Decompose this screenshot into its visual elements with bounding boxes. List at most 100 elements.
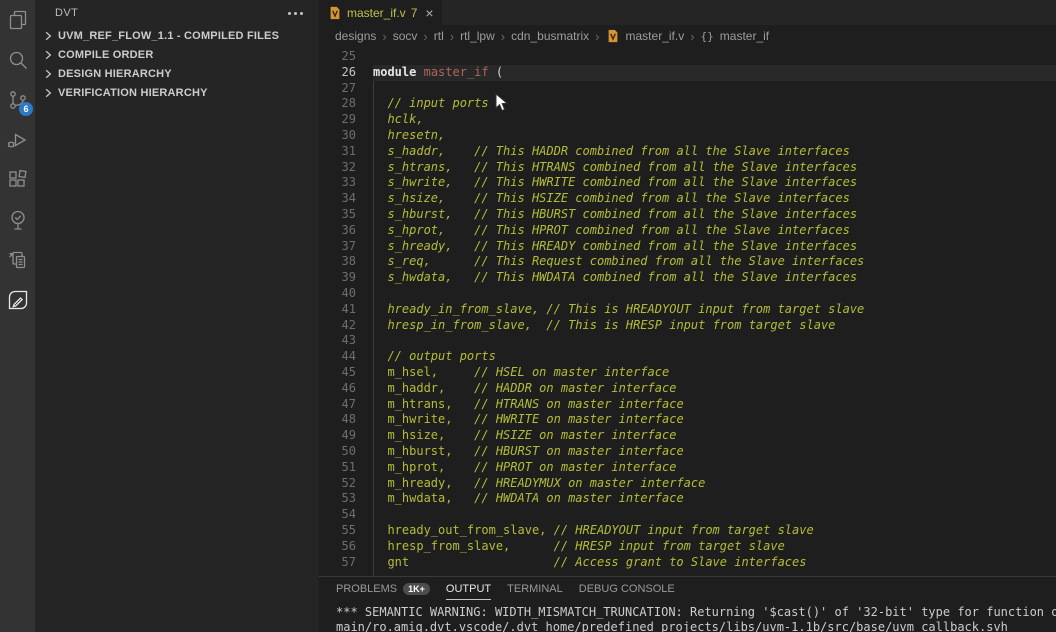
extensions-icon <box>6 168 30 192</box>
panel-tab-terminal[interactable]: TERMINAL <box>507 583 563 599</box>
line-number: 29 <box>319 112 373 128</box>
code-line-47[interactable]: 47 m_htrans, // HTRANS on master interfa… <box>319 397 1056 413</box>
line-number: 42 <box>319 318 373 334</box>
code-line-35[interactable]: 35 s_hburst, // This HBURST combined fro… <box>319 207 1056 223</box>
code-line-55[interactable]: 55 hready_out_from_slave, // HREADYOUT i… <box>319 523 1056 539</box>
tree-check-icon <box>6 208 30 232</box>
explorer-icon <box>6 8 30 32</box>
panel-tab-label: PROBLEMS <box>336 583 397 595</box>
dvt-pencil-activity-button[interactable] <box>0 280 35 320</box>
code-line-49[interactable]: 49 m_hsize, // HSIZE on master interface <box>319 428 1056 444</box>
code-line-27[interactable]: 27 <box>319 81 1056 97</box>
code-line-32[interactable]: 32 s_htrans, // This HTRANS combined fro… <box>319 160 1056 176</box>
code-line-43[interactable]: 43 <box>319 333 1056 349</box>
dvt-tree: UVM_REF_FLOW_1.1 - COMPILED FILESCOMPILE… <box>35 26 319 102</box>
code-line-56[interactable]: 56 hresp_from_slave, // HRESP input from… <box>319 539 1056 555</box>
tree-check-activity-button[interactable] <box>0 200 35 240</box>
line-content: gnt // Access grant to Slave interfaces <box>373 555 1056 571</box>
breadcrumb-segment[interactable]: cdn_busmatrix <box>511 29 589 43</box>
editor-group: master_if.v 7 × designs›socv›rtl›rtl_lpw… <box>319 0 1056 632</box>
line-number: 30 <box>319 128 373 144</box>
code-line-44[interactable]: 44 // output ports <box>319 349 1056 365</box>
line-number: 39 <box>319 270 373 286</box>
code-line-42[interactable]: 42 hresp_in_from_slave, // This is HRESP… <box>319 318 1056 334</box>
line-content: hready_out_from_slave, // HREADYOUT inpu… <box>373 523 1056 539</box>
breadcrumb-segment[interactable]: socv <box>393 29 418 43</box>
code-line-40[interactable]: 40 <box>319 286 1056 302</box>
panel-tab-output[interactable]: OUTPUT <box>446 583 491 600</box>
explorer-activity-button[interactable] <box>0 0 35 40</box>
search-activity-button[interactable] <box>0 40 35 80</box>
code-line-45[interactable]: 45 m_hsel, // HSEL on master interface <box>319 365 1056 381</box>
tree-item-label: VERIFICATION HIERARCHY <box>58 87 208 99</box>
close-icon[interactable]: × <box>425 6 433 20</box>
run-and-debug-activity-button[interactable] <box>0 120 35 160</box>
code-line-39[interactable]: 39 s_hwdata, // This HWDATA combined fro… <box>319 270 1056 286</box>
breadcrumb-symbol[interactable]: master_if <box>720 29 769 43</box>
line-number: 26 <box>319 65 373 81</box>
docs-stack-icon <box>6 248 30 272</box>
docs-stack-activity-button[interactable] <box>0 240 35 280</box>
code-line-51[interactable]: 51 m_hprot, // HPROT on master interface <box>319 460 1056 476</box>
breadcrumb-segment[interactable]: rtl_lpw <box>460 29 495 43</box>
code-line-46[interactable]: 46 m_haddr, // HADDR on master interface <box>319 381 1056 397</box>
breadcrumb-segment[interactable]: rtl <box>434 29 444 43</box>
output-console[interactable]: *** SEMANTIC WARNING: WIDTH_MISMATCH_TRU… <box>319 601 1056 632</box>
code-line-25[interactable]: 25 <box>319 49 1056 65</box>
extensions-activity-button[interactable] <box>0 160 35 200</box>
chevron-right-icon <box>41 29 55 43</box>
code-line-30[interactable]: 30 hresetn, <box>319 128 1056 144</box>
code-line-29[interactable]: 29 hclk, <box>319 112 1056 128</box>
line-content: s_haddr, // This HADDR combined from all… <box>373 144 1056 160</box>
line-number: 56 <box>319 539 373 555</box>
tab-problems-count: 7 <box>411 6 418 20</box>
line-number: 36 <box>319 223 373 239</box>
line-content: s_hwdata, // This HWDATA combined from a… <box>373 270 1056 286</box>
line-content: hresp_from_slave, // HRESP input from ta… <box>373 539 1056 555</box>
code-line-54[interactable]: 54 <box>319 507 1056 523</box>
code-line-33[interactable]: 33 s_hwrite, // This HWRITE combined fro… <box>319 175 1056 191</box>
verilog-file-icon <box>606 29 620 43</box>
code-line-57[interactable]: 57 gnt // Access grant to Slave interfac… <box>319 555 1056 571</box>
code-line-26[interactable]: 26module master_if ( <box>319 65 1056 81</box>
panel-tab-debug-console[interactable]: DEBUG CONSOLE <box>579 583 675 599</box>
breadcrumb-file-icon <box>606 29 620 44</box>
tab-master-if[interactable]: master_if.v 7 × <box>319 0 442 25</box>
breadcrumb: designs›socv›rtl›rtl_lpw›cdn_busmatrix›m… <box>319 25 1056 47</box>
source-control-activity-button[interactable]: 6 <box>0 80 35 120</box>
line-number: 44 <box>319 349 373 365</box>
activity-bar: 6 <box>0 0 35 632</box>
line-number: 41 <box>319 302 373 318</box>
panel-tab-problems[interactable]: PROBLEMS1K+ <box>336 583 430 599</box>
line-number: 46 <box>319 381 373 397</box>
line-number: 34 <box>319 191 373 207</box>
chevron-right-icon <box>41 86 55 100</box>
tree-item-design-hierarchy[interactable]: DESIGN HIERARCHY <box>35 64 319 83</box>
line-number: 43 <box>319 333 373 349</box>
tree-item-verification-hierarchy[interactable]: VERIFICATION HIERARCHY <box>35 83 319 102</box>
code-line-36[interactable]: 36 s_hprot, // This HPROT combined from … <box>319 223 1056 239</box>
line-content <box>373 333 1056 349</box>
code-line-50[interactable]: 50 m_hburst, // HBURST on master interfa… <box>319 444 1056 460</box>
breadcrumb-file[interactable]: master_if.v <box>626 29 685 43</box>
code-line-34[interactable]: 34 s_hsize, // This HSIZE combined from … <box>319 191 1056 207</box>
tree-item-uvm-ref-flow-1-1-compiled-files[interactable]: UVM_REF_FLOW_1.1 - COMPILED FILES <box>35 26 319 45</box>
breadcrumb-segment[interactable]: designs <box>335 29 376 43</box>
code-line-31[interactable]: 31 s_haddr, // This HADDR combined from … <box>319 144 1056 160</box>
line-number: 49 <box>319 428 373 444</box>
code-line-53[interactable]: 53 m_hwdata, // HWDATA on master interfa… <box>319 491 1056 507</box>
panel-tab-label: OUTPUT <box>446 583 491 595</box>
code-line-48[interactable]: 48 m_hwrite, // HWRITE on master interfa… <box>319 412 1056 428</box>
code-line-52[interactable]: 52 m_hready, // HREADYMUX on master inte… <box>319 476 1056 492</box>
line-number: 54 <box>319 507 373 523</box>
line-content <box>373 286 1056 302</box>
line-number: 40 <box>319 286 373 302</box>
code-line-28[interactable]: 28 // input ports <box>319 96 1056 112</box>
tree-item-compile-order[interactable]: COMPILE ORDER <box>35 45 319 64</box>
more-actions-icon[interactable] <box>286 8 305 19</box>
code-line-38[interactable]: 38 s_req, // This Request combined from … <box>319 254 1056 270</box>
code-editor[interactable]: 2526module master_if (2728 // input port… <box>319 47 1056 576</box>
code-line-41[interactable]: 41 hready_in_from_slave, // This is HREA… <box>319 302 1056 318</box>
code-line-37[interactable]: 37 s_hready, // This HREADY combined fro… <box>319 239 1056 255</box>
line-content: s_hwrite, // This HWRITE combined from a… <box>373 175 1056 191</box>
